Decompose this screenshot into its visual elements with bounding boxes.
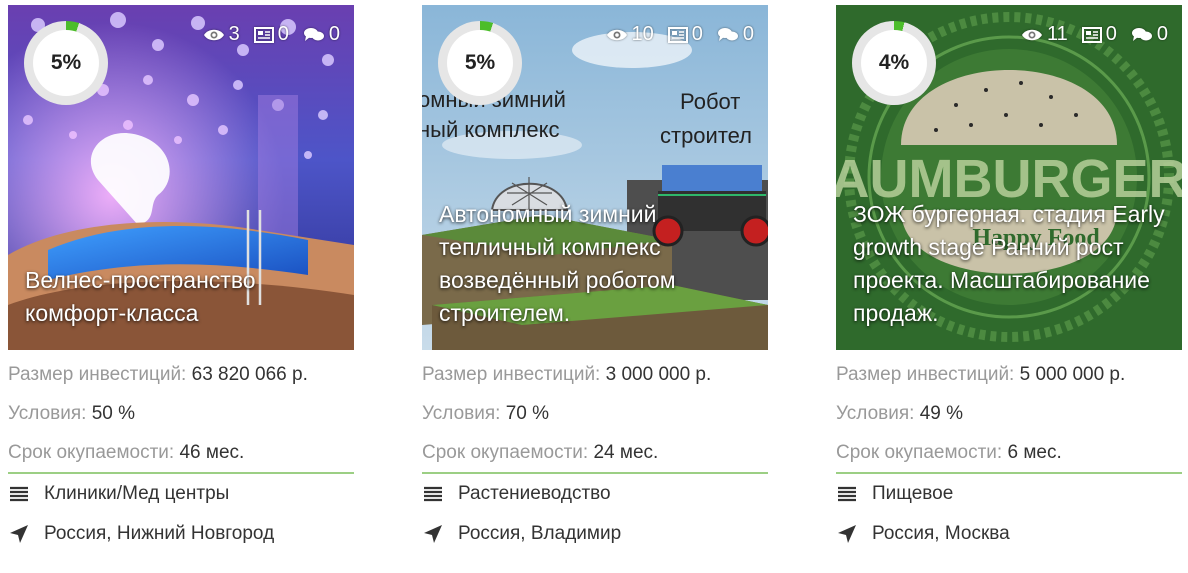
comments-count: 0 — [1156, 23, 1168, 45]
category-row: Клиники/Мед центры — [8, 474, 354, 514]
docs-count: 0 — [691, 23, 703, 45]
eye-icon — [1021, 29, 1042, 40]
progress-ring: 5% — [24, 21, 108, 105]
investment-row: Размер инвестиций: 3 000 000 р. — [422, 355, 768, 394]
payback-label: Срок окупаемости: — [836, 442, 1003, 463]
project-stats: 10 0 0 — [592, 23, 754, 46]
progress-ring: 5% — [438, 21, 522, 105]
comments-icon — [1131, 27, 1152, 41]
investment-row: Размер инвестиций: 63 820 066 р. — [8, 355, 354, 394]
comments-icon — [717, 27, 738, 41]
list-icon — [838, 486, 856, 502]
views-stat: 11 — [1021, 23, 1068, 46]
image-text-left-2: ный комплекс — [422, 117, 559, 142]
document-icon — [667, 26, 688, 43]
eye-icon — [203, 29, 224, 40]
payback-label: Срок окупаемости: — [8, 442, 175, 463]
category-value: Клиники/Мед центры — [44, 483, 230, 504]
docs-stat: 0 — [667, 23, 703, 46]
progress-value: 5% — [447, 30, 513, 96]
payback-row: Срок окупаемости: 6 мес. — [836, 433, 1182, 472]
project-details: Размер инвестиций: 5 000 000 р. Условия:… — [836, 355, 1182, 554]
conditions-row: Условия: 50 % — [8, 394, 354, 433]
location-arrow-icon — [10, 525, 28, 543]
project-details: Размер инвестиций: 3 000 000 р. Условия:… — [422, 355, 768, 554]
document-icon — [1081, 26, 1102, 43]
location-row: Россия, Нижний Новгород — [8, 514, 354, 554]
location-row: Россия, Владимир — [422, 514, 768, 554]
docs-stat: 0 — [1081, 23, 1117, 46]
conditions-label: Условия: — [8, 403, 87, 424]
comments-stat: 0 — [717, 23, 754, 46]
document-icon — [253, 26, 274, 43]
category-value: Пищевое — [872, 483, 954, 504]
image-text-right-2: строител — [660, 123, 752, 148]
location-arrow-icon — [424, 525, 442, 543]
payback-label: Срок окупаемости: — [422, 442, 589, 463]
project-card[interactable]: омный зимний ный комплекс Робот строител… — [422, 5, 768, 573]
project-image[interactable]: 5% 3 0 0 Велнес-пространство комфорт-кла… — [8, 5, 354, 350]
project-stats: 3 0 0 — [189, 23, 340, 46]
investment-label: Размер инвестиций: — [8, 364, 187, 385]
payback-row: Срок окупаемости: 24 мес. — [422, 433, 768, 472]
comments-count: 0 — [742, 23, 754, 45]
project-title[interactable]: Велнес-пространство комфорт-класса — [25, 264, 342, 330]
conditions-row: Условия: 70 % — [422, 394, 768, 433]
investment-label: Размер инвестиций: — [422, 364, 601, 385]
project-title[interactable]: ЗОЖ бургерная. стадия Early growth stage… — [853, 198, 1170, 330]
investment-row: Размер инвестиций: 5 000 000 р. — [836, 355, 1182, 394]
views-count: 10 — [631, 23, 654, 45]
conditions-value: 49 % — [919, 403, 964, 424]
eye-icon — [606, 29, 627, 40]
location-value: Россия, Нижний Новгород — [44, 523, 275, 544]
views-count: 3 — [228, 23, 240, 45]
views-stat: 10 — [606, 23, 654, 46]
project-card[interactable]: AUMBURGER Happy Food 4% 11 0 0 ЗОЖ бурге… — [836, 5, 1182, 573]
docs-count: 0 — [1105, 23, 1117, 45]
progress-value: 4% — [861, 30, 927, 96]
category-row: Пищевое — [836, 474, 1182, 514]
project-title[interactable]: Автономный зимний тепличный комплекс воз… — [439, 198, 756, 330]
conditions-value: 50 % — [91, 403, 136, 424]
comments-stat: 0 — [303, 23, 340, 46]
conditions-row: Условия: 49 % — [836, 394, 1182, 433]
project-stats: 11 0 0 — [1007, 23, 1168, 46]
progress-ring: 4% — [852, 21, 936, 105]
payback-value: 6 мес. — [1007, 442, 1062, 463]
project-image[interactable]: AUMBURGER Happy Food 4% 11 0 0 ЗОЖ бурге… — [836, 5, 1182, 350]
investment-value: 3 000 000 р. — [605, 364, 712, 385]
payback-row: Срок окупаемости: 46 мес. — [8, 433, 354, 472]
comments-count: 0 — [328, 23, 340, 45]
category-row: Растениеводство — [422, 474, 768, 514]
investment-value: 5 000 000 р. — [1019, 364, 1126, 385]
views-stat: 3 — [203, 23, 240, 46]
project-card[interactable]: 5% 3 0 0 Велнес-пространство комфорт-кла… — [8, 5, 354, 573]
comments-icon — [303, 27, 324, 41]
docs-count: 0 — [277, 23, 289, 45]
payback-value: 24 мес. — [593, 442, 659, 463]
location-value: Россия, Владимир — [458, 523, 622, 544]
list-icon — [424, 486, 442, 502]
project-image[interactable]: омный зимний ный комплекс Робот строител… — [422, 5, 768, 350]
investment-label: Размер инвестиций: — [836, 364, 1015, 385]
payback-value: 46 мес. — [179, 442, 245, 463]
conditions-label: Условия: — [422, 403, 501, 424]
location-value: Россия, Москва — [872, 523, 1010, 544]
conditions-value: 70 % — [505, 403, 550, 424]
location-arrow-icon — [838, 525, 856, 543]
list-icon — [10, 486, 28, 502]
category-value: Растениеводство — [458, 483, 611, 504]
image-text-right-1: Робот — [680, 89, 740, 114]
investment-value: 63 820 066 р. — [191, 364, 308, 385]
project-details: Размер инвестиций: 63 820 066 р. Условия… — [8, 355, 354, 554]
conditions-label: Условия: — [836, 403, 915, 424]
location-row: Россия, Москва — [836, 514, 1182, 554]
comments-stat: 0 — [1131, 23, 1168, 46]
progress-value: 5% — [33, 30, 99, 96]
docs-stat: 0 — [253, 23, 289, 46]
views-count: 11 — [1046, 23, 1068, 45]
